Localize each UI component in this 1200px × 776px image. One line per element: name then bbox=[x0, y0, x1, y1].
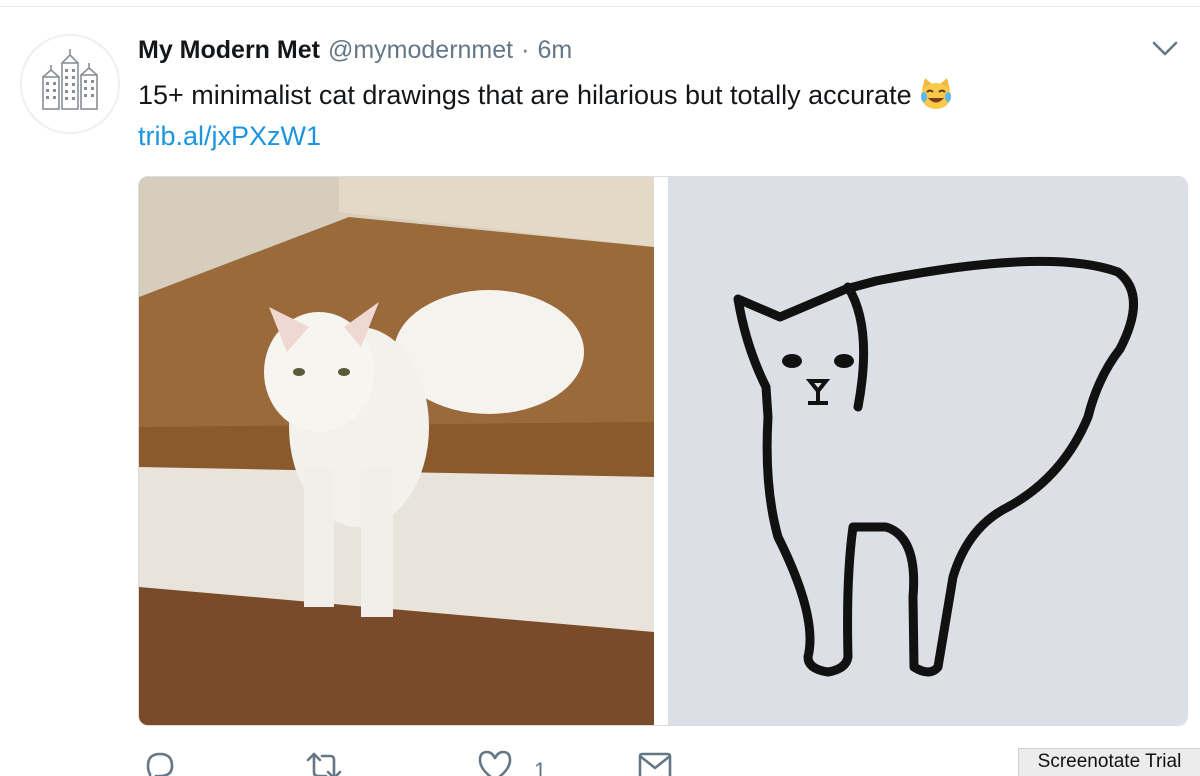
header-separator: · bbox=[521, 36, 530, 64]
tweet-header: My Modern Met @mymodernmet · 6m bbox=[138, 34, 572, 68]
user-handle[interactable]: @mymodernmet bbox=[328, 34, 513, 66]
timestamp[interactable]: 6m bbox=[537, 34, 572, 66]
envelope-icon bbox=[638, 752, 672, 776]
retweet-button[interactable] bbox=[304, 748, 344, 776]
top-divider bbox=[0, 6, 1200, 7]
tweet-actions: 1 bbox=[138, 748, 838, 776]
retweet-icon bbox=[306, 752, 342, 776]
city-buildings-logo-icon bbox=[42, 49, 98, 110]
display-name[interactable]: My Modern Met bbox=[138, 34, 320, 66]
tweet-text-line: 15+ minimalist cat drawings that are hil… bbox=[138, 76, 1118, 113]
screenotate-watermark: Screenotate Trial bbox=[1018, 748, 1200, 776]
tweet-menu-button[interactable] bbox=[1150, 34, 1180, 64]
chevron-down-icon bbox=[1152, 41, 1178, 56]
like-button[interactable]: 1 bbox=[476, 748, 546, 776]
media-grid bbox=[138, 176, 1188, 726]
reply-button[interactable] bbox=[142, 748, 178, 776]
tweet-link[interactable]: trib.al/jxPXzW1 bbox=[138, 118, 321, 154]
white-cat-on-step-photo[interactable] bbox=[139, 177, 654, 725]
tweet-screenshot: My Modern Met @mymodernmet · 6m 15+ mini… bbox=[0, 0, 1200, 776]
reply-icon bbox=[146, 752, 174, 776]
minimalist-cat-drawing-photo[interactable] bbox=[668, 177, 1187, 725]
heart-icon bbox=[478, 750, 512, 776]
tweet-text: 15+ minimalist cat drawings that are hil… bbox=[138, 80, 912, 110]
avatar[interactable] bbox=[20, 34, 120, 134]
like-count: 1 bbox=[534, 758, 547, 776]
face-with-tears-of-joy-cat-icon bbox=[918, 76, 954, 112]
direct-message-button[interactable] bbox=[636, 748, 674, 776]
